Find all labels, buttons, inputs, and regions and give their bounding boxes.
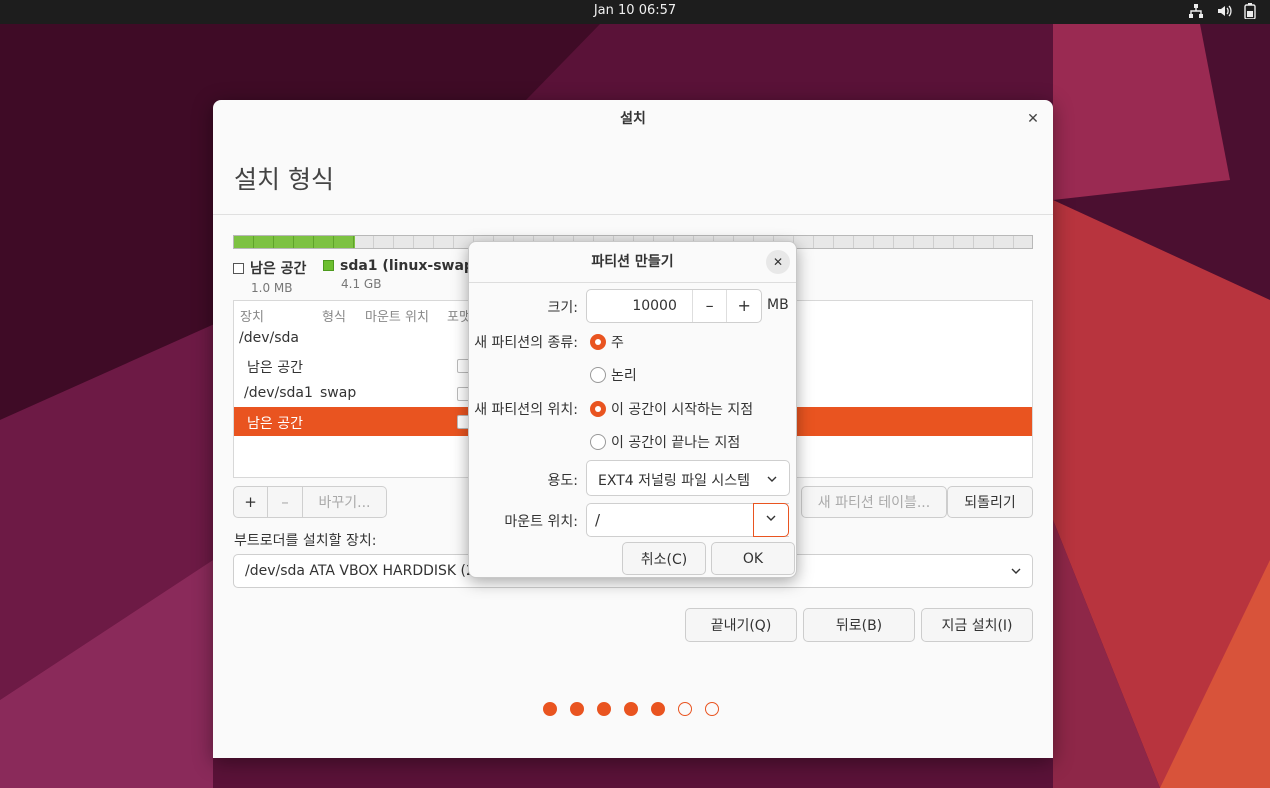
chevron-down-icon [1010,565,1022,581]
radio-selected-icon [590,401,606,417]
progress-dot-done [651,702,665,716]
type-primary-radio[interactable]: 주 [590,332,624,352]
progress-dot-done [570,702,584,716]
radio-unselected-icon [590,367,606,383]
back-button[interactable]: 뒤로(B) [803,608,915,642]
cancel-button[interactable]: 취소(C) [622,542,706,575]
legend-label: sda1 (linux-swap) [340,258,481,274]
column-header-mount[interactable]: 마운트 위치 [365,306,429,325]
mount-point-value: / [595,511,601,529]
radio-unselected-icon [590,434,606,450]
size-decrease-button[interactable]: – [691,290,727,322]
column-header-type[interactable]: 형식 [322,306,346,325]
top-bar: Jan 10 06:57 [0,0,1270,24]
network-icon[interactable] [1188,3,1204,19]
location-start-radio[interactable]: 이 공간이 시작하는 지점 [590,399,753,419]
legend-label: 남은 공간 [250,261,307,277]
header-divider [213,214,1053,215]
size-label: 크기: [547,300,578,316]
column-header-device[interactable]: 장치 [240,306,264,325]
page-title: 설치 형식 [234,165,334,194]
size-input[interactable]: 10000 [587,290,692,322]
progress-dot-pending [678,702,692,716]
disk-usage-swap-segment [234,236,355,248]
dialog-close-button[interactable]: ✕ [766,250,790,274]
radio-label: 논리 [611,368,637,384]
radio-selected-icon [590,334,606,350]
radio-label: 이 공간이 끝나는 지점 [611,435,741,451]
window-close-button[interactable]: ✕ [1023,109,1043,129]
clock[interactable]: Jan 10 06:57 [0,3,1270,18]
table-button-group: + – 바꾸기... [233,486,387,518]
type-logical-radio[interactable]: 논리 [590,365,637,385]
dialog-title: 파티션 만들기 [591,254,674,270]
legend-item-sda1: sda1 (linux-swap) 4.1 GB [323,258,480,291]
quit-button[interactable]: 끝내기(Q) [685,608,797,642]
progress-dots [543,702,719,716]
free-space-swatch [233,263,244,274]
location-end-radio[interactable]: 이 공간이 끝나는 지점 [590,432,740,452]
battery-icon[interactable] [1244,3,1256,19]
size-stepper[interactable]: 10000 – + [586,289,762,323]
partition-location-label: 새 파티션의 위치: [474,402,578,418]
ok-button[interactable]: OK [711,542,795,575]
change-partition-button[interactable]: 바꾸기... [303,486,387,518]
swap-swatch [323,260,334,271]
bootloader-label: 부트로더를 설치할 장치: [234,533,377,549]
row-type: swap [320,385,357,401]
create-partition-dialog: 파티션 만들기 ✕ 크기: 10000 – + MB 새 파티션의 종류: 주 … [468,241,797,578]
legend-item-free-space: 남은 공간 1.0 MB [233,258,306,295]
revert-button[interactable]: 되돌리기 [947,486,1033,518]
row-device: 남은 공간 [247,416,303,432]
window-title: 설치 [620,111,646,127]
install-now-button[interactable]: 지금 설치(I) [921,608,1033,642]
legend-size: 1.0 MB [251,281,293,295]
use-as-value: EXT4 저널링 파일 시스템 [598,473,751,489]
radio-label: 이 공간이 시작하는 지점 [611,402,754,418]
row-device: /dev/sda1 [244,385,313,401]
row-device: 남은 공간 [247,360,303,376]
new-partition-table-button[interactable]: 새 파티션 테이블... [801,486,947,518]
row-device: /dev/sda [239,330,299,346]
progress-dot-done [597,702,611,716]
progress-dot-done [543,702,557,716]
size-unit: MB [767,297,789,313]
bootloader-device-value: /dev/sda ATA VBOX HARDDISK (2 [245,563,475,579]
remove-partition-button[interactable]: – [268,486,303,518]
close-icon: ✕ [772,255,784,269]
close-icon: ✕ [1027,111,1039,127]
use-as-label: 용도: [547,473,578,489]
radio-label: 주 [611,335,624,351]
system-tray[interactable] [1188,3,1256,19]
chevron-down-icon [765,512,777,528]
mount-point-dropdown-button[interactable] [753,503,789,537]
add-partition-button[interactable]: + [233,486,268,518]
progress-dot-pending [705,702,719,716]
dialog-divider [469,282,796,283]
mount-point-label: 마운트 위치: [504,514,578,530]
progress-dot-done [624,702,638,716]
partition-type-label: 새 파티션의 종류: [474,335,578,351]
use-as-select[interactable]: EXT4 저널링 파일 시스템 [586,460,790,496]
size-increase-button[interactable]: + [726,290,761,322]
volume-icon[interactable] [1216,3,1232,19]
legend-size: 4.1 GB [341,277,382,291]
chevron-down-icon [766,473,778,489]
